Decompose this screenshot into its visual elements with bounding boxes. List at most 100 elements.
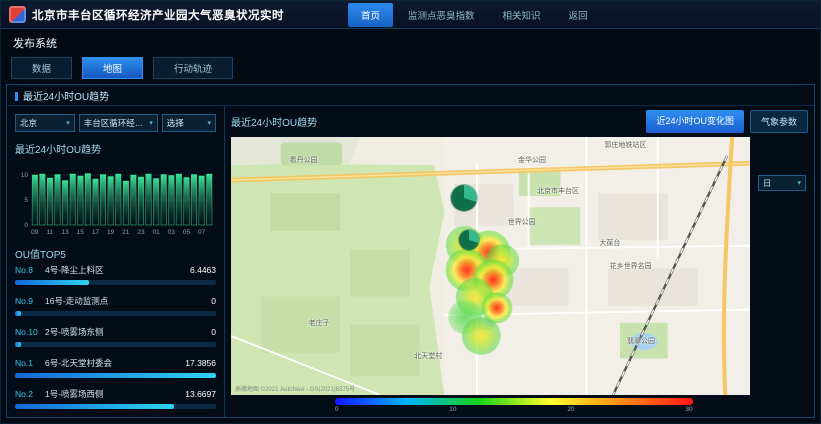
- legend-row: 0102030: [231, 395, 808, 415]
- top5-item-row: No.2 1号-喷雾场西侧 13.6697: [15, 388, 216, 400]
- svg-text:05: 05: [183, 229, 191, 236]
- legend-tick-1: 10: [449, 406, 456, 413]
- map-label-7: 翡翠公园: [627, 336, 655, 346]
- nav-item-3[interactable]: 返回: [556, 3, 601, 27]
- top5-item-row: No.84号-降尘上料区6.4463: [15, 264, 216, 276]
- map-gutter: 日 ▾: [750, 137, 808, 395]
- top5-bar-fill: [15, 373, 216, 378]
- map-pie-marker-1: [459, 230, 479, 250]
- top5-value: 6.4463: [190, 265, 216, 275]
- map-label-5: 大葆台: [599, 238, 620, 248]
- svg-text:15: 15: [77, 229, 85, 236]
- top5-item-row: No.1 6号-北天堂村委会 17.3856: [15, 357, 216, 369]
- svg-text:5: 5: [24, 197, 28, 204]
- ou-color-legend: 0102030: [335, 398, 693, 413]
- publish-system-label: 发布系统: [13, 38, 57, 50]
- legend-ticks: 0102030: [335, 406, 693, 413]
- top5-item-0: No.84号-降尘上料区6.4463: [15, 264, 216, 285]
- top5-bar-fill: [15, 311, 21, 316]
- map-button-1[interactable]: 气象参数: [750, 110, 808, 133]
- map-attribution: 高德地图 ©2021 AutoNavi - GS(2021)6375号: [235, 384, 355, 393]
- top5-item-2: No.10 2号-喷雾场东侧 0: [15, 326, 216, 347]
- top5-bar-fill: [15, 342, 21, 347]
- top5-rank: No.8: [15, 265, 41, 275]
- svg-text:11: 11: [47, 229, 54, 236]
- top5-bar-fill: [15, 280, 89, 285]
- map-label-4: 世界公园: [508, 217, 536, 227]
- top5-label: 2号-喷雾场东侧: [45, 326, 207, 338]
- top5-bar-track: [15, 311, 216, 316]
- map-button-0[interactable]: 近24小时OU变化图: [646, 110, 744, 133]
- map-label-3: 北京市丰台区: [537, 186, 579, 196]
- nav-item-2[interactable]: 相关知识: [490, 3, 554, 27]
- svg-text:07: 07: [198, 229, 206, 236]
- map-canvas[interactable]: 看丹公园郭庄地铁站区金华公园北京市丰台区世界公园大葆台花乡世界名园翡翠公园北天堂…: [231, 137, 750, 395]
- top5-bar-track: [15, 404, 216, 409]
- tab-2[interactable]: 行动轨迹: [153, 57, 233, 79]
- top5-bar-track: [15, 373, 216, 378]
- point-select-value: 选择: [167, 117, 184, 129]
- svg-text:0: 0: [24, 222, 28, 229]
- map-label-8: 北天堂村: [414, 351, 442, 361]
- legend-tick-2: 20: [567, 406, 574, 413]
- svg-text:19: 19: [107, 229, 115, 236]
- app-title: 北京市丰台区循环经济产业园大气恶臭状况实时: [32, 7, 284, 23]
- top5-value: 17.3856: [185, 358, 216, 368]
- panel-title: 最近24小时OU趋势: [15, 88, 109, 103]
- top5-item-row: No.916号-走动监测点0: [15, 295, 216, 307]
- top5-rank: No.2: [15, 389, 41, 399]
- left-sidebar: 北京▾丰台区循环经济产▾选择▾ 最近24小时OU趋势 0510091113151…: [7, 106, 225, 417]
- svg-text:09: 09: [31, 229, 39, 236]
- svg-text:01: 01: [152, 229, 160, 236]
- panel-header: 最近24小时OU趋势: [7, 85, 814, 106]
- tab-0[interactable]: 数据: [11, 57, 72, 79]
- nav-item-1[interactable]: 监测点恶臭指数: [395, 3, 488, 27]
- svg-text:21: 21: [122, 229, 130, 236]
- top5-label: 1号-喷雾场西侧: [45, 388, 181, 400]
- main-nav: 首页监测点恶臭指数相关知识返回: [348, 3, 601, 27]
- top5-label: 16号-走动监测点: [45, 295, 207, 307]
- map-pie-marker-0: [451, 185, 477, 211]
- publish-system-row: 发布系统: [1, 29, 820, 52]
- top5-title: OU值TOP5: [15, 246, 216, 261]
- top5-list: No.84号-降尘上料区6.4463 No.9 16号-走动监测点 0 No.10 2号-…: [15, 264, 216, 419]
- point-select[interactable]: 选择 ▾: [162, 114, 216, 132]
- tab-1[interactable]: 地图: [82, 57, 143, 79]
- svg-text:10: 10: [21, 172, 29, 179]
- map-period-select[interactable]: 日 ▾: [758, 175, 806, 191]
- top5-value: 13.6697: [185, 389, 216, 399]
- top5-bar-track: [15, 280, 216, 285]
- city-select[interactable]: 北京▾: [15, 114, 75, 132]
- app-window: 北京市丰台区循环经济产业园大气恶臭状况实时 首页监测点恶臭指数相关知识返回 发布…: [0, 0, 821, 424]
- panel-body: 北京▾丰台区循环经济产▾选择▾ 最近24小时OU趋势 0510091113151…: [7, 106, 814, 417]
- filter-row: 北京▾丰台区循环经济产▾选择▾: [15, 114, 216, 132]
- map-period-value: 日: [763, 178, 771, 189]
- nav-item-0[interactable]: 首页: [348, 3, 393, 27]
- map-toolbar: 最近24小时OU趋势 近24小时OU变化图气象参数: [231, 110, 808, 133]
- top5-rank: No.9: [15, 296, 41, 306]
- ou-trend-chart: 0510091113151719212301030507: [15, 159, 216, 237]
- map-label-0: 看丹公园: [290, 155, 318, 165]
- city-select-value: 北京: [20, 117, 37, 129]
- top5-item-3: No.1 6号-北天堂村委会 17.3856: [15, 357, 216, 378]
- map-buttons: 近24小时OU变化图气象参数: [646, 110, 808, 133]
- map-section: 最近24小时OU趋势 近24小时OU变化图气象参数: [225, 106, 814, 417]
- app-logo: [9, 6, 26, 23]
- map-section-title: 最近24小时OU趋势: [231, 114, 317, 129]
- top5-rank: No.10: [15, 327, 41, 337]
- chevron-down-icon: ▾: [207, 119, 211, 127]
- top5-value: 0: [211, 327, 216, 337]
- top-header: 北京市丰台区循环经济产业园大气恶臭状况实时 首页监测点恶臭指数相关知识返回: [1, 1, 820, 29]
- chevron-down-icon: ▾: [149, 119, 153, 127]
- view-tabs: 数据地图行动轨迹: [1, 52, 820, 82]
- park-select[interactable]: 丰台区循环经济产▾: [79, 114, 158, 132]
- top5-item-4: No.2 1号-喷雾场西侧 13.6697: [15, 388, 216, 409]
- chevron-down-icon: ▾: [797, 179, 801, 187]
- map-label-2: 金华公园: [518, 155, 546, 165]
- map-row: 看丹公园郭庄地铁站区金华公园北京市丰台区世界公园大葆台花乡世界名园翡翠公园北天堂…: [231, 137, 808, 395]
- trend-chart-title: 最近24小时OU趋势: [15, 141, 216, 156]
- top5-rank: No.1: [15, 358, 41, 368]
- top5-bar-track: [15, 342, 216, 347]
- top5-label: 6号-北天堂村委会: [45, 357, 181, 369]
- legend-tick-3: 30: [685, 406, 692, 413]
